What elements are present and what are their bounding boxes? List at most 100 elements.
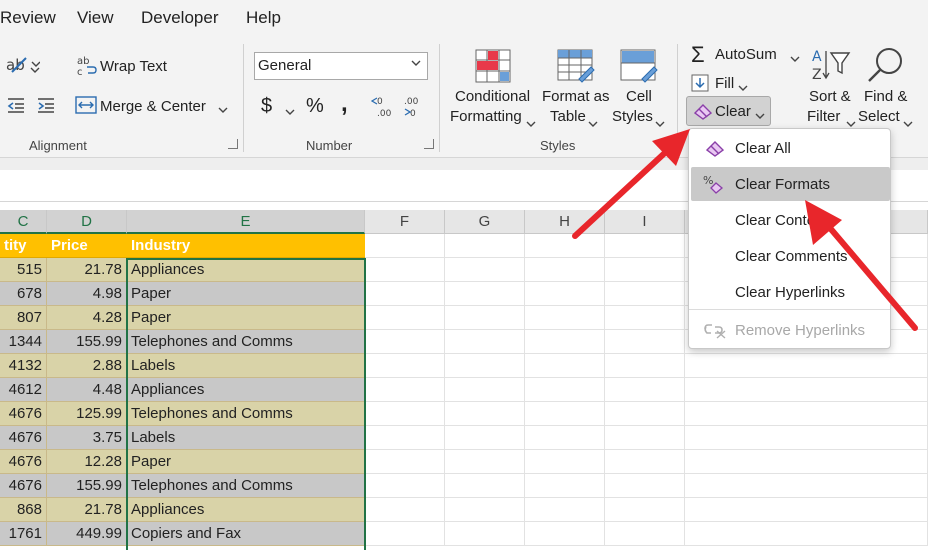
empty-cell[interactable]: [685, 522, 928, 546]
empty-cell[interactable]: [445, 258, 525, 282]
empty-cell[interactable]: [605, 402, 685, 426]
cell-quantity[interactable]: 4612: [0, 378, 47, 402]
format-as-table-label-2[interactable]: Table: [550, 108, 586, 125]
empty-cell[interactable]: [525, 354, 605, 378]
cell-price[interactable]: 4.48: [47, 378, 127, 402]
empty-cell[interactable]: [605, 426, 685, 450]
autosum-button[interactable]: AutoSum: [715, 46, 777, 63]
empty-cell[interactable]: [365, 258, 445, 282]
empty-cell[interactable]: [605, 450, 685, 474]
header-cell-quantity[interactable]: tity: [0, 234, 47, 258]
empty-cell[interactable]: [605, 498, 685, 522]
comma-style-button[interactable]: ,: [341, 90, 348, 118]
empty-cell[interactable]: [525, 426, 605, 450]
cell-industry[interactable]: Paper: [127, 306, 365, 330]
menu-item-clear-hyperlinks[interactable]: Clear Hyperlinks: [691, 275, 890, 309]
empty-cell[interactable]: [445, 354, 525, 378]
cell-price[interactable]: 155.99: [47, 330, 127, 354]
increase-indent-icon[interactable]: [36, 96, 56, 119]
chevron-down-icon[interactable]: [526, 116, 536, 134]
cell-styles-label-2[interactable]: Styles: [612, 108, 653, 125]
empty-cell[interactable]: [525, 282, 605, 306]
empty-cell[interactable]: [445, 474, 525, 498]
cell-price[interactable]: 12.28: [47, 450, 127, 474]
empty-cell[interactable]: [365, 234, 445, 258]
column-header-h[interactable]: H: [525, 210, 605, 234]
empty-cell[interactable]: [365, 282, 445, 306]
wrap-text-button[interactable]: Wrap Text: [100, 58, 167, 75]
chevron-down-icon[interactable]: [218, 102, 228, 120]
cell-industry[interactable]: Appliances: [127, 258, 365, 282]
menu-item-clear-all[interactable]: Clear All: [691, 131, 890, 165]
empty-cell[interactable]: [685, 498, 928, 522]
cell-industry[interactable]: Paper: [127, 450, 365, 474]
empty-cell[interactable]: [445, 234, 525, 258]
header-cell-price[interactable]: Price: [47, 234, 127, 258]
menu-developer[interactable]: Developer: [141, 8, 219, 28]
sort-filter-label-1[interactable]: Sort &: [809, 88, 851, 105]
cell-price[interactable]: 4.98: [47, 282, 127, 306]
fill-button[interactable]: Fill: [715, 75, 734, 92]
cell-quantity[interactable]: 807: [0, 306, 47, 330]
empty-cell[interactable]: [445, 378, 525, 402]
find-select-label-2[interactable]: Select: [858, 108, 900, 125]
cell-price[interactable]: 21.78: [47, 258, 127, 282]
cell-industry[interactable]: Telephones and Comms: [127, 402, 365, 426]
cell-industry[interactable]: Copiers and Fax: [127, 522, 365, 546]
number-format-select[interactable]: General: [254, 52, 428, 80]
empty-cell[interactable]: [685, 378, 928, 402]
empty-cell[interactable]: [685, 450, 928, 474]
cell-industry[interactable]: Labels: [127, 426, 365, 450]
number-launcher-icon[interactable]: [424, 139, 434, 149]
empty-cell[interactable]: [605, 354, 685, 378]
decrease-indent-icon[interactable]: [6, 96, 26, 119]
currency-button[interactable]: $: [261, 95, 272, 118]
empty-cell[interactable]: [365, 306, 445, 330]
empty-cell[interactable]: [605, 282, 685, 306]
empty-cell[interactable]: [605, 474, 685, 498]
cell-price[interactable]: 4.28: [47, 306, 127, 330]
cell-styles-label-1[interactable]: Cell: [626, 88, 652, 105]
empty-cell[interactable]: [365, 378, 445, 402]
decrease-decimal-icon[interactable]: .00 0: [404, 94, 430, 125]
menu-item-clear-formats[interactable]: % Clear Formats: [691, 167, 890, 201]
cell-price[interactable]: 21.78: [47, 498, 127, 522]
cell-industry[interactable]: Appliances: [127, 378, 365, 402]
clear-button[interactable]: Clear: [686, 96, 771, 126]
chevron-down-icon[interactable]: [655, 116, 665, 134]
empty-cell[interactable]: [445, 306, 525, 330]
sort-filter-label-2[interactable]: Filter: [807, 108, 840, 125]
cell-price[interactable]: 125.99: [47, 402, 127, 426]
empty-cell[interactable]: [525, 306, 605, 330]
find-select-label-1[interactable]: Find &: [864, 88, 907, 105]
chevron-down-icon[interactable]: [903, 116, 913, 134]
column-header-f[interactable]: F: [365, 210, 445, 234]
cell-quantity[interactable]: 4676: [0, 450, 47, 474]
cell-quantity[interactable]: 1761: [0, 522, 47, 546]
empty-cell[interactable]: [525, 474, 605, 498]
cell-quantity[interactable]: 868: [0, 498, 47, 522]
menu-review[interactable]: Review: [0, 8, 56, 28]
cell-quantity[interactable]: 4132: [0, 354, 47, 378]
empty-cell[interactable]: [525, 234, 605, 258]
empty-cell[interactable]: [365, 330, 445, 354]
chevron-down-icon[interactable]: [285, 104, 295, 122]
cell-quantity[interactable]: 515: [0, 258, 47, 282]
empty-cell[interactable]: [365, 354, 445, 378]
empty-cell[interactable]: [605, 258, 685, 282]
cell-industry[interactable]: Telephones and Comms: [127, 330, 365, 354]
cell-industry[interactable]: Labels: [127, 354, 365, 378]
empty-cell[interactable]: [365, 402, 445, 426]
cell-price[interactable]: 2.88: [47, 354, 127, 378]
empty-cell[interactable]: [685, 426, 928, 450]
menu-item-clear-comments[interactable]: Clear Comments: [691, 239, 890, 273]
chevron-down-icon[interactable]: [588, 116, 598, 134]
empty-cell[interactable]: [445, 522, 525, 546]
menu-view[interactable]: View: [77, 8, 114, 28]
percent-button[interactable]: %: [306, 95, 324, 118]
column-header-g[interactable]: G: [445, 210, 525, 234]
empty-cell[interactable]: [445, 330, 525, 354]
column-header-i[interactable]: I: [605, 210, 685, 234]
empty-cell[interactable]: [685, 402, 928, 426]
empty-cell[interactable]: [525, 258, 605, 282]
